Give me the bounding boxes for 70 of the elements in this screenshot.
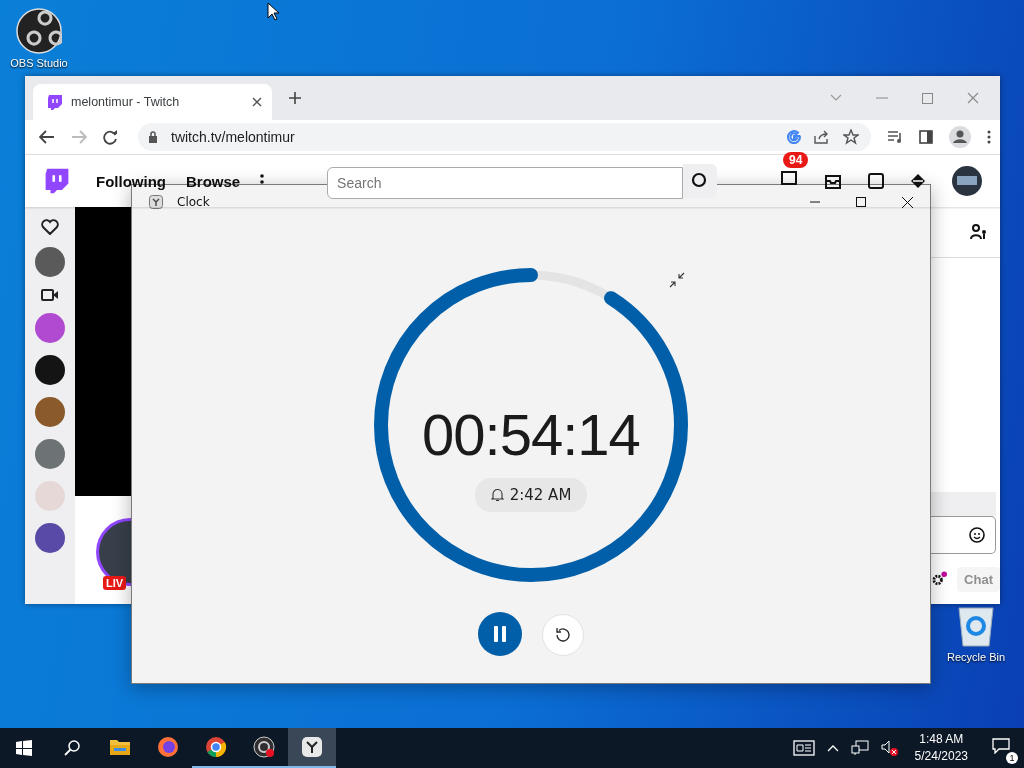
mouse-cursor-icon bbox=[267, 2, 279, 21]
chrome-icon bbox=[205, 736, 227, 758]
window-title: Clock bbox=[177, 195, 210, 209]
browser-globe-icon bbox=[157, 736, 179, 758]
user-avatar[interactable] bbox=[952, 166, 982, 196]
channel-avatar[interactable] bbox=[35, 523, 65, 553]
search-button[interactable] bbox=[683, 164, 718, 198]
reset-icon bbox=[554, 626, 572, 644]
profile-icon[interactable] bbox=[949, 126, 971, 148]
clock-app-icon bbox=[149, 195, 163, 209]
notifications-icon[interactable] bbox=[780, 170, 798, 188]
channel-avatar[interactable] bbox=[35, 247, 65, 277]
square-icon[interactable] bbox=[868, 173, 884, 189]
nav-link[interactable]: Browse bbox=[186, 172, 241, 190]
obs-icon bbox=[253, 736, 275, 758]
inbox-icon[interactable] bbox=[824, 172, 842, 190]
users-icon[interactable] bbox=[970, 224, 988, 240]
compact-view-icon[interactable] bbox=[669, 272, 685, 288]
bell-icon bbox=[490, 487, 504, 502]
timer-readout: 00:54:14 bbox=[422, 400, 640, 468]
clock-icon bbox=[301, 736, 323, 758]
media-list-icon[interactable] bbox=[887, 130, 903, 144]
alarm-time: 2:42 AM bbox=[509, 485, 572, 504]
network-icon[interactable] bbox=[850, 740, 869, 756]
url-text: twitch.tv/melontimur bbox=[171, 129, 295, 145]
video-camera-icon[interactable] bbox=[41, 289, 59, 301]
volume-muted-icon[interactable] bbox=[880, 740, 899, 756]
star-icon[interactable] bbox=[843, 129, 859, 145]
reload-icon[interactable] bbox=[103, 129, 118, 145]
emoji-icon[interactable] bbox=[969, 527, 985, 543]
twitch-logo-icon[interactable] bbox=[44, 167, 70, 195]
close-icon[interactable] bbox=[902, 196, 913, 208]
taskbar-app[interactable] bbox=[288, 728, 336, 768]
heart-icon[interactable] bbox=[41, 219, 59, 235]
google-icon[interactable] bbox=[787, 130, 801, 144]
action-center-icon[interactable] bbox=[992, 738, 1010, 754]
tray-time: 1:48 AM bbox=[919, 731, 964, 748]
side-panel-icon[interactable] bbox=[919, 130, 933, 144]
tab-title: melontimur - Twitch bbox=[71, 95, 181, 109]
folder-icon bbox=[109, 738, 131, 756]
notification-badge: 94 bbox=[783, 152, 809, 168]
tray-clock[interactable]: 1:48 AM 5/24/2023 bbox=[904, 731, 978, 765]
address-bar[interactable]: twitch.tv/melontimur bbox=[138, 123, 871, 151]
menu-icon[interactable] bbox=[987, 130, 991, 144]
twitch-logo-icon bbox=[47, 94, 63, 110]
back-icon[interactable] bbox=[39, 130, 55, 144]
reset-button[interactable] bbox=[542, 614, 584, 656]
browser-tab[interactable]: melontimur - Twitch bbox=[33, 84, 272, 120]
maximize-icon[interactable] bbox=[856, 197, 866, 207]
search-icon[interactable] bbox=[64, 740, 80, 756]
start-icon[interactable] bbox=[16, 740, 32, 756]
tray-date: 5/24/2023 bbox=[914, 748, 968, 765]
notification-count: 1 bbox=[1006, 752, 1018, 764]
desktop-icon-label[interactable]: Recycle Bin bbox=[946, 651, 1006, 663]
news-icon[interactable] bbox=[792, 740, 815, 756]
search-field[interactable]: Search bbox=[327, 167, 684, 199]
close-icon[interactable] bbox=[252, 97, 262, 107]
nav-link[interactable]: Following bbox=[96, 172, 166, 190]
obs-logo-icon[interactable] bbox=[16, 8, 62, 54]
recycle-bin-icon[interactable] bbox=[956, 604, 996, 648]
live-badge: LIV bbox=[103, 576, 127, 590]
pause-icon bbox=[493, 626, 507, 642]
channel-avatar[interactable] bbox=[35, 355, 65, 385]
share-icon[interactable] bbox=[814, 130, 830, 144]
chevron-up-icon[interactable] bbox=[826, 744, 839, 752]
lock-icon bbox=[148, 131, 158, 143]
desktop-icon-label[interactable]: OBS Studio bbox=[10, 57, 68, 69]
settings-icon[interactable] bbox=[932, 571, 948, 587]
pause-button[interactable] bbox=[478, 612, 522, 656]
new-tab-icon[interactable] bbox=[288, 91, 302, 105]
